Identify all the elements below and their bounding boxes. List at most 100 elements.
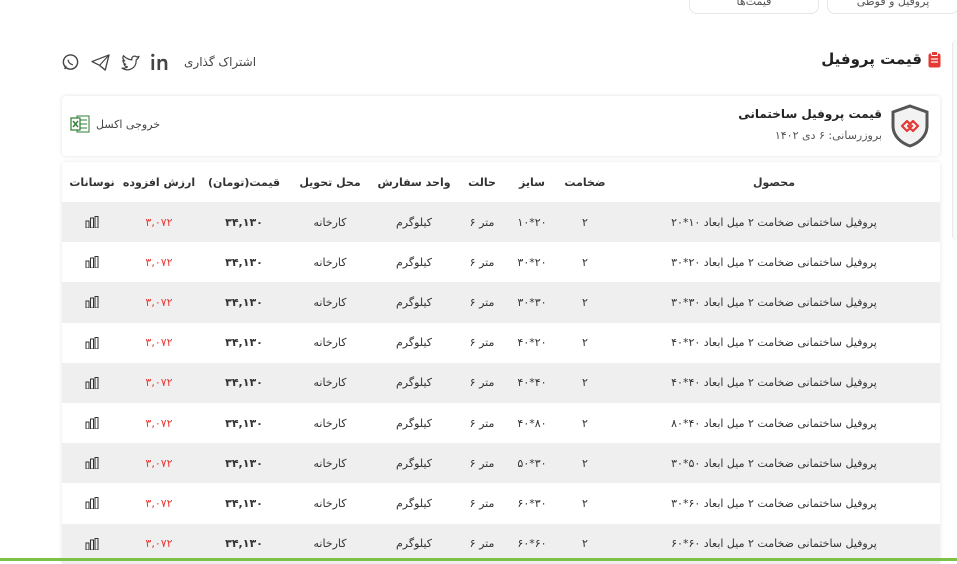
product-card: قیمت پروفیل ساختمانی بروزرسانی: ۶ دی ۱۴۰…: [62, 96, 940, 156]
cell-place: کارخانه: [313, 456, 347, 470]
cell-unit: کیلوگرم: [396, 496, 432, 510]
cell-vat: ۳,۰۷۲: [145, 416, 173, 430]
cell-size: ۵۰*۳۰: [517, 456, 547, 470]
cell-state: ۶ متر: [469, 255, 495, 269]
share-label: اشتراک گذاری: [184, 55, 257, 69]
cell-vat: ۳,۰۷۲: [145, 295, 173, 309]
cell-price: ۳۴,۱۳۰: [225, 416, 263, 430]
chart-icon[interactable]: [70, 363, 114, 403]
cell-unit: کیلوگرم: [396, 215, 432, 229]
header-place[interactable]: محل تحویل: [290, 162, 370, 202]
excel-export-button[interactable]: خروجی اکسل: [70, 115, 160, 133]
cell-thickness: ۲: [582, 456, 588, 470]
cell-product[interactable]: پروفیل ساختمانی ضخامت ۲ میل ابعاد ۲۰*۳۰: [628, 242, 920, 282]
cell-price: ۳۴,۱۳۰: [225, 215, 263, 229]
cell-product[interactable]: پروفیل ساختمانی ضخامت ۲ میل ابعاد ۳۰*۳۰: [628, 282, 920, 322]
card-date: بروزرسانی: ۶ دی ۱۴۰۲: [774, 129, 882, 142]
cell-place: کارخانه: [313, 376, 347, 390]
cell-unit: کیلوگرم: [396, 416, 432, 430]
share-bar: اشتراک گذاری: [60, 52, 256, 72]
cell-product[interactable]: پروفیل ساختمانی ضخامت ۲ میل ابعاد ۲۰*۴۰: [628, 323, 920, 363]
cell-state: ۶ متر: [469, 456, 495, 470]
cell-thickness: ۲: [582, 215, 588, 229]
cell-unit: کیلوگرم: [396, 255, 432, 269]
cell-thickness: ۲: [582, 295, 588, 309]
chart-icon[interactable]: [70, 202, 114, 242]
cell-thickness: ۲: [582, 336, 588, 350]
header-vat[interactable]: ارزش افزوده: [123, 162, 195, 202]
cell-price: ۳۴,۱۳۰: [225, 496, 263, 510]
cell-place: کارخانه: [313, 255, 347, 269]
top-tab-profiles[interactable]: پروفیل و قوطی: [827, 0, 957, 14]
telegram-icon[interactable]: [90, 52, 110, 72]
cell-thickness: ۲: [582, 255, 588, 269]
cell-state: ۶ متر: [469, 496, 495, 510]
cell-place: کارخانه: [313, 496, 347, 510]
chart-icon[interactable]: [70, 483, 114, 523]
cell-product[interactable]: پروفیل ساختمانی ضخامت ۲ میل ابعاد ۱۰*۲۰: [628, 202, 920, 242]
cell-size: ۶۰*۳۰: [517, 496, 547, 510]
table-row[interactable]: پروفیل ساختمانی ضخامت ۲ میل ابعاد ۲۰*۳۰ …: [62, 242, 940, 283]
whatsapp-icon[interactable]: [60, 52, 80, 72]
cell-price: ۳۴,۱۳۰: [225, 295, 263, 309]
chart-icon[interactable]: [70, 403, 114, 443]
cell-unit: کیلوگرم: [396, 456, 432, 470]
cell-thickness: ۲: [582, 376, 588, 390]
cell-vat: ۳,۰۷۲: [145, 336, 173, 350]
cell-place: کارخانه: [313, 416, 347, 430]
header-price[interactable]: قیمت(تومان): [206, 162, 282, 202]
header-unit[interactable]: واحد سفارش: [377, 162, 450, 202]
card-title: قیمت پروفیل ساختمانی: [738, 107, 882, 121]
linkedin-icon[interactable]: [150, 52, 170, 72]
cell-thickness: ۲: [582, 496, 588, 510]
header-chart: نوسانات: [69, 175, 115, 189]
header-thickness[interactable]: ضخامت: [559, 162, 611, 202]
table-row[interactable]: پروفیل ساختمانی ضخامت ۲ میل ابعاد ۶۰*۳۰ …: [62, 483, 940, 524]
cell-vat: ۳,۰۷۲: [145, 456, 173, 470]
table-row[interactable]: پروفیل ساختمانی ضخامت ۲ میل ابعاد ۲۰*۴۰ …: [62, 322, 940, 363]
cell-price: ۳۴,۱۳۰: [225, 376, 263, 390]
cell-state: ۶ متر: [469, 336, 495, 350]
cell-vat: ۳,۰۷۲: [145, 496, 173, 510]
table-row[interactable]: پروفیل ساختمانی ضخامت ۲ میل ابعاد ۴۰*۸۰ …: [62, 402, 940, 444]
cell-unit: کیلوگرم: [396, 295, 432, 309]
title-row: قیمت پروفیل اشتراک گذاری: [60, 50, 941, 76]
twitter-icon[interactable]: [120, 52, 140, 72]
cell-size: ۱۰*۲۰: [517, 215, 547, 229]
cell-place: کارخانه: [313, 295, 347, 309]
cell-thickness: ۲: [582, 416, 588, 430]
cell-product[interactable]: پروفیل ساختمانی ضخامت ۲ میل ابعاد ۴۰*۴۰: [628, 363, 920, 403]
excel-icon: [70, 115, 90, 133]
cell-place: کارخانه: [313, 336, 347, 350]
title-wrap: قیمت پروفیل: [821, 50, 941, 68]
table-row[interactable]: پروفیل ساختمانی ضخامت ۲ میل ابعاد ۳۰*۳۰ …: [62, 282, 940, 323]
table-row[interactable]: پروفیل ساختمانی ضخامت ۲ میل ابعاد ۱۰*۲۰ …: [62, 202, 940, 243]
table-body: پروفیل ساختمانی ضخامت ۲ میل ابعاد ۱۰*۲۰ …: [62, 202, 940, 564]
clipboard-icon: [928, 50, 941, 68]
cell-state: ۶ متر: [469, 295, 495, 309]
cell-product[interactable]: پروفیل ساختمانی ضخامت ۲ میل ابعاد ۶۰*۳۰: [628, 483, 920, 523]
cell-unit: کیلوگرم: [396, 336, 432, 350]
cell-vat: ۳,۰۷۲: [145, 215, 173, 229]
table-row[interactable]: پروفیل ساختمانی ضخامت ۲ میل ابعاد ۵۰*۳۰ …: [62, 443, 940, 484]
table-header: محصول ضخامت سایز حالت واحد سفارش محل تحو…: [62, 162, 940, 202]
chart-icon[interactable]: [70, 323, 114, 363]
cell-product[interactable]: پروفیل ساختمانی ضخامت ۲ میل ابعاد ۵۰*۳۰: [628, 443, 920, 483]
cell-place: کارخانه: [313, 215, 347, 229]
header-state[interactable]: حالت: [457, 162, 507, 202]
cell-product[interactable]: پروفیل ساختمانی ضخامت ۲ میل ابعاد ۴۰*۸۰: [628, 403, 920, 443]
chart-icon[interactable]: [70, 282, 114, 322]
table-row[interactable]: پروفیل ساختمانی ضخامت ۲ میل ابعاد ۴۰*۴۰ …: [62, 362, 940, 403]
header-product[interactable]: محصول: [628, 162, 920, 202]
price-table: محصول ضخامت سایز حالت واحد سفارش محل تحو…: [62, 162, 940, 564]
header-size[interactable]: سایز: [509, 162, 555, 202]
cell-size: ۴۰*۴۰: [517, 376, 547, 390]
top-tab-prices[interactable]: قیمت‌ها: [689, 0, 819, 14]
cell-size: ۳۰*۳۰: [517, 295, 547, 309]
cell-unit: کیلوگرم: [396, 376, 432, 390]
cell-price: ۳۴,۱۳۰: [225, 336, 263, 350]
page-title: قیمت پروفیل: [821, 50, 922, 68]
chart-icon[interactable]: [70, 242, 114, 282]
chart-icon[interactable]: [70, 443, 114, 483]
cell-vat: ۳,۰۷۲: [145, 376, 173, 390]
